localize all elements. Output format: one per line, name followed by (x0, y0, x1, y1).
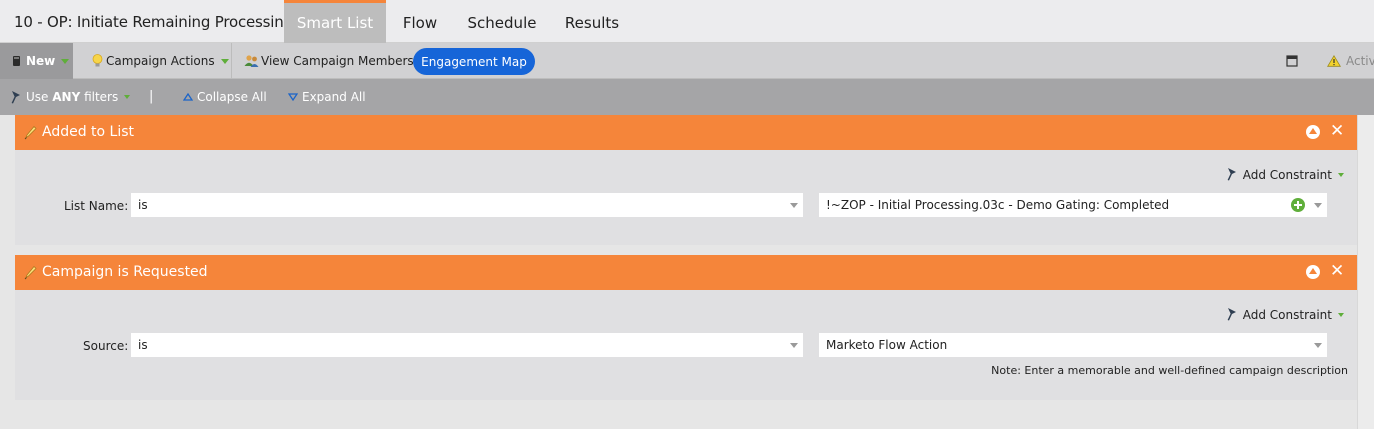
add-icon[interactable] (1291, 198, 1305, 212)
view-campaign-members-button[interactable]: View Campaign Members (244, 43, 414, 79)
window-icon (1286, 55, 1298, 67)
use-filters-prefix: Use (26, 90, 53, 104)
collapse-icon (183, 93, 193, 101)
tab-flow[interactable]: Flow (391, 0, 449, 43)
constraint-icon (1227, 308, 1236, 321)
operator-select[interactable]: is (131, 193, 803, 217)
collapse-all-button[interactable]: Collapse All (183, 79, 267, 115)
tab-schedule[interactable]: Schedule (462, 0, 542, 43)
operator-value: is (138, 338, 148, 352)
source-select[interactable]: Marketo Flow Action (819, 333, 1327, 357)
lightbulb-icon (92, 54, 103, 67)
program-title: 10 - OP: Initiate Remaining Processing (14, 13, 293, 31)
chevron-down-icon (1338, 172, 1344, 177)
filter-bar-separator: | (149, 89, 154, 104)
close-icon[interactable]: ✕ (1330, 122, 1344, 140)
chevron-down-icon (790, 343, 798, 348)
chevron-down-icon (124, 95, 131, 99)
chevron-down-icon (1314, 203, 1322, 208)
filter-title: Added to List (42, 124, 135, 140)
campaign-actions-label: Campaign Actions (106, 54, 215, 68)
add-constraint-label: Add Constraint (1242, 167, 1332, 182)
operator-select[interactable]: is (131, 333, 803, 357)
filter-icon (11, 90, 20, 103)
move-up-icon[interactable] (1306, 265, 1320, 279)
tab-results[interactable]: Results (557, 0, 627, 43)
chevron-down-icon (1314, 343, 1322, 348)
people-icon (244, 55, 259, 67)
tab-smart-list[interactable]: Smart List (284, 0, 386, 43)
move-up-icon[interactable] (1306, 125, 1320, 139)
list-name-value: !~ZOP - Initial Processing.03c - Demo Ga… (826, 198, 1170, 212)
list-name-label: List Name: (64, 199, 129, 213)
chevron-down-icon (61, 58, 70, 64)
expand-icon (288, 93, 298, 101)
filter-title: Campaign is Requested (42, 264, 208, 280)
status-warning (1327, 43, 1341, 79)
toolbar: New Campaign Actions View Campaign Membe… (0, 43, 1374, 79)
filter-header[interactable]: Campaign is Requested ✕ (15, 255, 1357, 290)
add-constraint-button[interactable]: Add Constraint (1226, 167, 1344, 182)
campaign-actions-button[interactable]: Campaign Actions (92, 43, 229, 79)
campaign-description-note: Note: Enter a memorable and well-defined… (991, 364, 1348, 377)
pencil-icon (24, 125, 37, 140)
expand-all-button[interactable]: Expand All (288, 79, 366, 115)
use-filters-suffix: filters (80, 90, 119, 104)
use-filters-dropdown[interactable]: Use ANY filters (10, 79, 131, 115)
pencil-icon (24, 265, 37, 280)
operator-value: is (138, 198, 148, 212)
tab-bar: 10 - OP: Initiate Remaining Processing S… (0, 0, 1374, 43)
source-label: Source: (83, 339, 129, 353)
view-campaign-members-label: View Campaign Members (261, 54, 414, 68)
source-value: Marketo Flow Action (826, 338, 948, 352)
scrollbar[interactable] (1357, 115, 1374, 429)
new-icon (13, 56, 20, 66)
filter-header[interactable]: Added to List ✕ (15, 115, 1357, 150)
new-button-label: New (26, 54, 56, 68)
use-filters-mode: ANY (52, 90, 81, 104)
filter-campaign-is-requested: Campaign is Requested ✕ Add Constraint S… (15, 255, 1357, 400)
list-name-select[interactable]: !~ZOP - Initial Processing.03c - Demo Ga… (819, 193, 1327, 217)
chevron-down-icon (790, 203, 798, 208)
window-toggle-button[interactable] (1286, 43, 1298, 79)
constraint-icon (1227, 168, 1236, 181)
engagement-map-button[interactable]: Engagement Map (413, 48, 535, 75)
filter-bar: Use ANY filters | Collapse All Expand Al… (0, 79, 1374, 115)
toolbar-divider (231, 43, 232, 79)
add-constraint-label: Add Constraint (1242, 307, 1332, 322)
add-constraint-button[interactable]: Add Constraint (1226, 307, 1344, 322)
new-button[interactable]: New (0, 43, 73, 79)
status-label: Active (1346, 54, 1374, 68)
chevron-down-icon (220, 58, 229, 64)
filter-added-to-list: Added to List ✕ Add Constraint List Name… (15, 115, 1357, 245)
close-icon[interactable]: ✕ (1330, 262, 1344, 280)
expand-all-label: Expand All (302, 90, 366, 104)
collapse-all-label: Collapse All (197, 90, 267, 104)
chevron-down-icon (1338, 312, 1344, 317)
warning-icon (1327, 55, 1341, 67)
